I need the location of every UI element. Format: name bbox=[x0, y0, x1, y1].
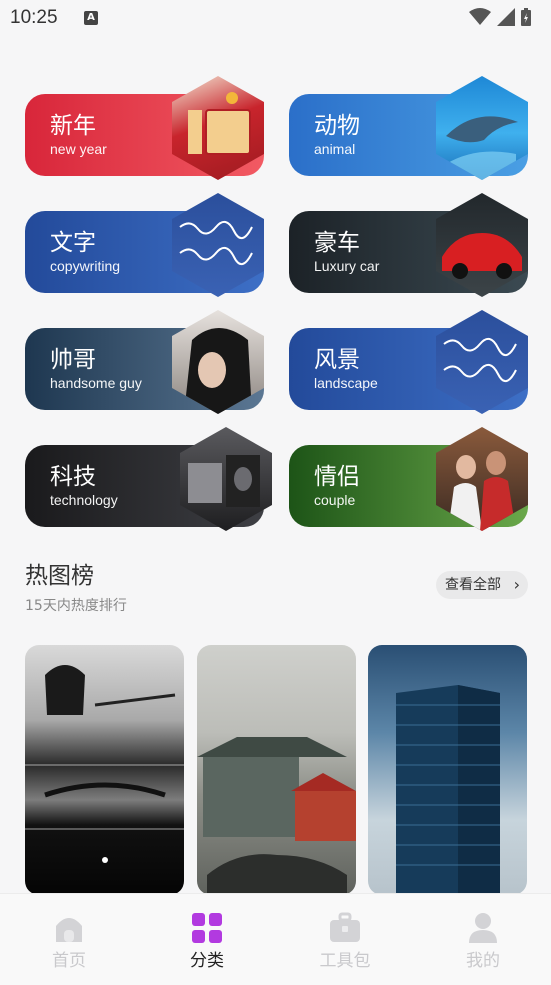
tab-category[interactable]: 分类 bbox=[152, 894, 262, 985]
tab-label: 分类 bbox=[190, 951, 224, 971]
hot-section-title: 热图榜 bbox=[25, 563, 94, 589]
wifi-icon bbox=[469, 8, 491, 25]
grid-icon bbox=[192, 913, 222, 943]
tab-mine[interactable]: 我的 bbox=[428, 894, 538, 985]
view-all-button[interactable]: 查看全部 › bbox=[436, 571, 528, 599]
chevron-right-icon: › bbox=[513, 575, 520, 594]
tab-label: 首页 bbox=[52, 951, 86, 971]
view-all-label: 查看全部 bbox=[445, 577, 501, 593]
hot-image-anime[interactable] bbox=[25, 645, 184, 895]
tab-toolbox[interactable]: 工具包 bbox=[290, 894, 400, 985]
tab-home[interactable]: 首页 bbox=[14, 894, 124, 985]
category-subtitle: Luxury car bbox=[314, 258, 380, 274]
category-title: 动物 bbox=[314, 113, 360, 139]
status-icons bbox=[469, 8, 531, 26]
toolbox-icon bbox=[330, 912, 360, 942]
category-title: 豪车 bbox=[314, 230, 360, 256]
category-subtitle: technology bbox=[50, 492, 118, 508]
battery-icon bbox=[521, 8, 531, 26]
category-subtitle: copywriting bbox=[50, 258, 121, 274]
tab-label: 工具包 bbox=[319, 951, 371, 971]
category-subtitle: new year bbox=[50, 141, 107, 157]
category-title: 情侣 bbox=[314, 464, 360, 490]
notification-icon: A bbox=[84, 11, 98, 25]
tab-label: 我的 bbox=[466, 951, 500, 971]
category-title: 新年 bbox=[50, 113, 96, 139]
hot-image-temple[interactable] bbox=[197, 645, 356, 895]
category-subtitle: handsome guy bbox=[50, 375, 142, 391]
category-subtitle: animal bbox=[314, 141, 356, 157]
status-bar: 10:25 A bbox=[0, 0, 551, 38]
hot-section-subtitle: 15天内热度排行 bbox=[25, 598, 127, 614]
signal-icon bbox=[497, 8, 515, 26]
category-title: 科技 bbox=[50, 464, 96, 490]
status-time: 10:25 bbox=[10, 7, 58, 28]
category-title: 风景 bbox=[314, 347, 360, 373]
bottom-tab-bar: 首页 分类 工具包 我的 bbox=[0, 893, 551, 985]
home-icon bbox=[56, 918, 82, 942]
category-title: 帅哥 bbox=[50, 347, 96, 373]
user-icon bbox=[469, 913, 497, 943]
category-title: 文字 bbox=[50, 230, 96, 256]
category-subtitle: couple bbox=[314, 492, 356, 508]
hot-image-skyscraper[interactable] bbox=[368, 645, 527, 895]
category-subtitle: landscape bbox=[314, 375, 378, 391]
